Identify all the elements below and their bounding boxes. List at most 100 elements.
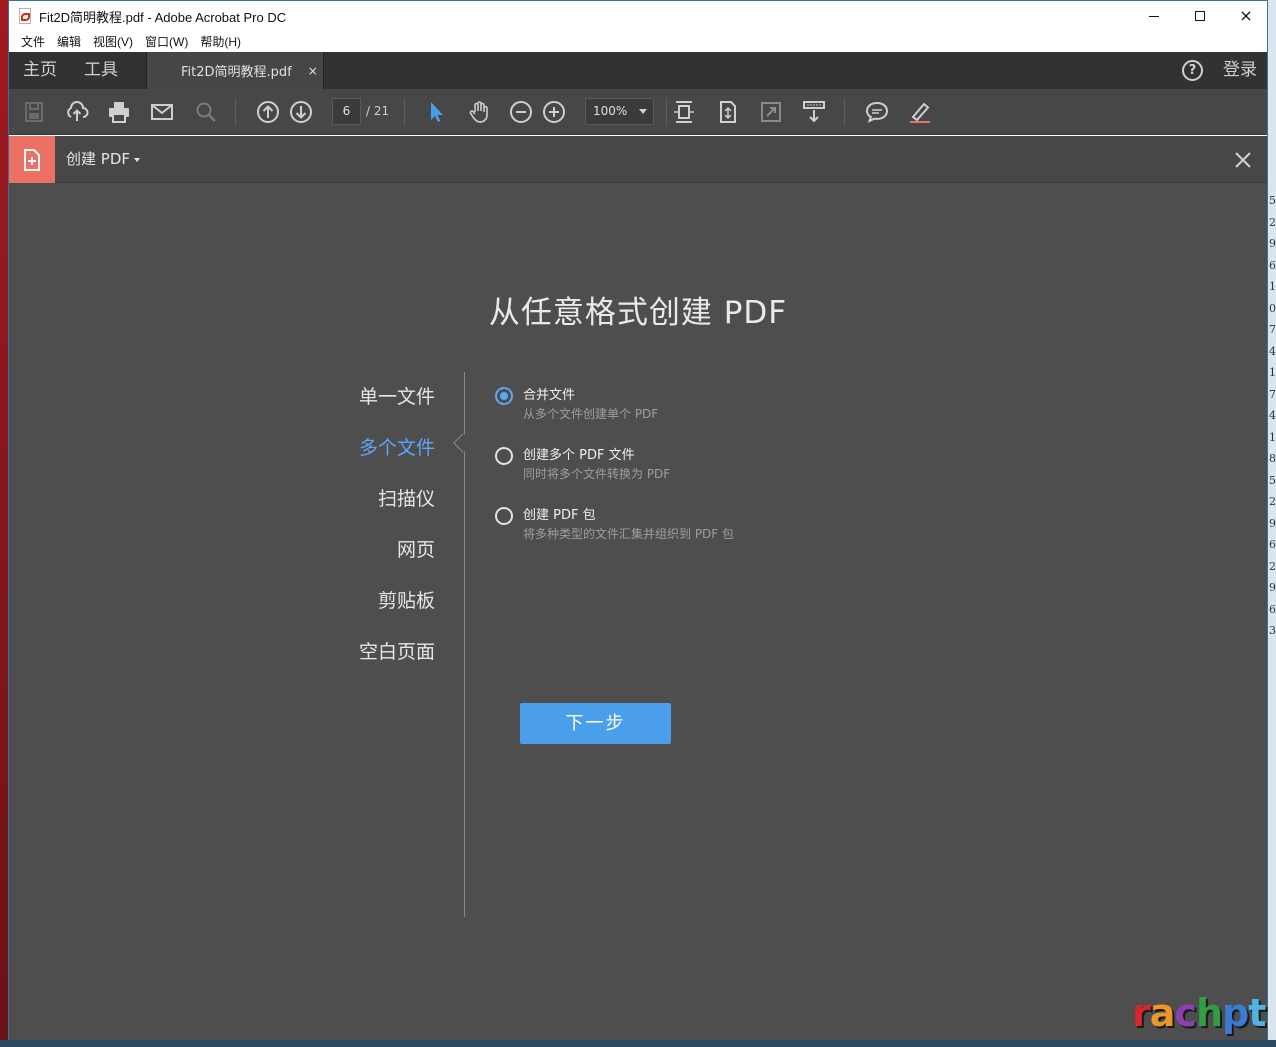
- active-indicator: [453, 433, 473, 453]
- toolbar-separator: [844, 98, 845, 126]
- menu-file[interactable]: 文件: [15, 33, 51, 50]
- create-pdf-icon: [9, 136, 55, 183]
- document-tab-close-button[interactable]: ×: [308, 64, 318, 78]
- background-digit: 2: [1269, 215, 1276, 229]
- login-button[interactable]: 登录: [1223, 52, 1257, 89]
- background-digit: 2: [1269, 495, 1276, 508]
- source-web-page[interactable]: 网页: [397, 535, 435, 562]
- scroll-mode-icon[interactable]: [716, 100, 740, 124]
- close-window-button[interactable]: ×: [1223, 1, 1269, 31]
- background-digit: 6: [1269, 258, 1276, 272]
- background-digit: 8: [1269, 452, 1276, 465]
- option-combine-files[interactable]: 合并文件 从多个文件创建单个 PDF: [495, 386, 755, 422]
- menu-view[interactable]: 视图(V): [87, 33, 139, 50]
- create-pdf-header: 创建 PDF: [9, 136, 1267, 183]
- next-button[interactable]: 下一步: [520, 703, 671, 744]
- option-label: 合并文件: [523, 388, 576, 403]
- tab-document[interactable]: Fit2D简明教程.pdf ×: [146, 52, 324, 89]
- option-description: 将多种类型的文件汇集并组织到 PDF 包: [523, 527, 735, 541]
- page-total: / 21: [366, 104, 390, 118]
- background-digit: 6: [1269, 602, 1276, 616]
- toolbar-separator: [404, 98, 405, 126]
- watermark-letter: t: [1248, 991, 1266, 1035]
- page-heading: 从任意格式创建 PDF: [488, 295, 788, 331]
- background-digit: 5: [1269, 473, 1276, 487]
- close-panel-button[interactable]: [1231, 148, 1255, 172]
- watermark-letter: a: [1149, 991, 1176, 1035]
- tab-tools[interactable]: 工具: [84, 52, 118, 89]
- caret-down-icon: [134, 157, 140, 162]
- toolbar-separator: [235, 98, 236, 126]
- option-label: 创建 PDF 包: [523, 508, 596, 523]
- select-arrow-icon[interactable]: [424, 100, 448, 124]
- minimize-icon: [1149, 15, 1159, 17]
- menu-edit[interactable]: 编辑: [51, 33, 87, 50]
- radio-create-pdf-package[interactable]: [495, 507, 513, 525]
- document-tab-label: Fit2D简明教程.pdf: [181, 65, 292, 80]
- option-create-pdf-package[interactable]: 创建 PDF 包 将多种类型的文件汇集并组织到 PDF 包: [495, 506, 755, 542]
- watermark-letter: h: [1195, 991, 1223, 1035]
- radio-combine-files[interactable]: [495, 387, 513, 405]
- option-description: 同时将多个文件转换为 PDF: [523, 467, 671, 481]
- background-digit: 1: [1269, 430, 1276, 444]
- source-multiple-files[interactable]: 多个文件: [359, 433, 435, 460]
- background-digit: 4: [1269, 409, 1276, 422]
- taskbar-strip: [0, 1040, 1276, 1047]
- window-title: Fit2D简明教程.pdf - Adobe Acrobat Pro DC: [39, 9, 287, 25]
- save-icon[interactable]: [22, 100, 46, 124]
- fit-page-icon[interactable]: [672, 100, 696, 124]
- chevron-down-icon: [639, 109, 647, 114]
- comment-icon[interactable]: [865, 100, 889, 124]
- background-digit: 2: [1269, 559, 1276, 573]
- option-label: 创建多个 PDF 文件: [523, 448, 635, 463]
- title-bar: Fit2D简明教程.pdf - Adobe Acrobat Pro DC ×: [9, 1, 1267, 31]
- next-page-icon[interactable]: [289, 100, 313, 124]
- background-digit: 7: [1269, 323, 1276, 336]
- zoom-out-icon[interactable]: [509, 100, 533, 124]
- background-digit: 1: [1269, 366, 1276, 379]
- menu-bar: 文件 编辑 视图(V) 窗口(W) 帮助(H): [9, 31, 1267, 52]
- search-icon[interactable]: [194, 100, 218, 124]
- source-blank-page[interactable]: 空白页面: [359, 637, 435, 664]
- source-clipboard[interactable]: 剪贴板: [378, 586, 435, 613]
- acrobat-app-icon: [17, 8, 33, 24]
- help-icon[interactable]: ?: [1182, 60, 1203, 81]
- radio-create-multiple-pdf[interactable]: [495, 447, 513, 465]
- background-digit: 7: [1269, 387, 1276, 401]
- menu-help[interactable]: 帮助(H): [194, 33, 247, 50]
- background-digit: 0: [1269, 301, 1276, 315]
- option-create-multiple-pdf[interactable]: 创建多个 PDF 文件 同时将多个文件转换为 PDF: [495, 446, 755, 482]
- background-digit: 9: [1269, 581, 1276, 594]
- upload-icon[interactable]: [65, 100, 89, 124]
- maximize-icon: [1195, 11, 1205, 21]
- toolbar: 6 / 21 100%: [9, 89, 1267, 135]
- source-scanner[interactable]: 扫描仪: [378, 484, 435, 511]
- create-pdf-dropdown[interactable]: 创建 PDF: [66, 136, 140, 183]
- read-mode-icon[interactable]: [802, 100, 826, 124]
- watermark-letter: r: [1132, 991, 1151, 1035]
- menu-window[interactable]: 窗口(W): [139, 33, 194, 50]
- print-icon[interactable]: [107, 100, 131, 124]
- background-digit: 6: [1269, 538, 1276, 551]
- toolbar-separator: [666, 98, 667, 126]
- mail-icon[interactable]: [150, 100, 174, 124]
- page-number-input[interactable]: 6: [332, 98, 361, 125]
- desktop-background-left: [0, 0, 8, 1047]
- source-single-file[interactable]: 单一文件: [359, 382, 435, 409]
- background-digit: 1: [1269, 280, 1276, 293]
- background-digit: 5: [1269, 194, 1276, 207]
- hand-icon[interactable]: [467, 100, 491, 124]
- acrobat-window: Fit2D简明教程.pdf - Adobe Acrobat Pro DC × 文…: [8, 0, 1268, 1040]
- background-digit: 9: [1269, 237, 1276, 250]
- maximize-button[interactable]: [1177, 1, 1223, 31]
- zoom-in-icon[interactable]: [542, 100, 566, 124]
- minimize-button[interactable]: [1131, 1, 1177, 31]
- tab-home[interactable]: 主页: [23, 52, 57, 89]
- zoom-select[interactable]: 100%: [585, 98, 654, 125]
- prev-page-icon[interactable]: [256, 100, 280, 124]
- highlight-pen-icon[interactable]: [908, 100, 932, 124]
- fullscreen-icon[interactable]: [759, 100, 783, 124]
- create-pdf-title: 创建 PDF: [66, 150, 130, 168]
- watermark-logo: rachpt: [1132, 991, 1266, 1035]
- watermark-letter: p: [1222, 991, 1249, 1035]
